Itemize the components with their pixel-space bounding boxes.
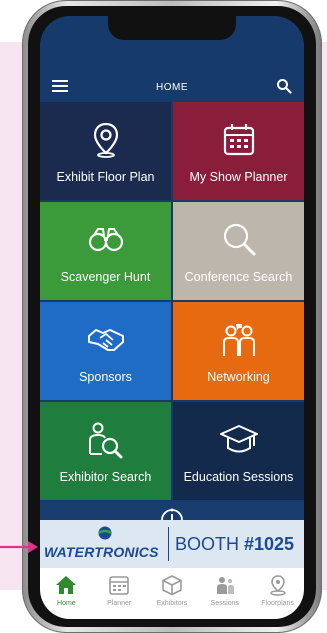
booth-number: #1025 xyxy=(244,533,295,554)
tile-label: Exhibit Floor Plan xyxy=(56,170,155,184)
calendar-icon xyxy=(109,576,129,595)
tab-home[interactable]: Home xyxy=(40,568,93,619)
calendar-icon xyxy=(223,124,254,156)
tile-label: Scavenger Hunt xyxy=(60,270,151,284)
home-icon xyxy=(56,576,77,594)
sponsor-banner[interactable]: WATERTRONICS BOOTH #1025 xyxy=(40,520,304,568)
tile-my-show-planner[interactable]: My Show Planner xyxy=(173,102,304,200)
watertronics-logo: WATERTRONICS xyxy=(40,520,168,568)
graduation-cap-icon xyxy=(219,425,258,453)
tile-label: Exhibitor Search xyxy=(59,470,152,484)
tile-scavenger-hunt[interactable]: Scavenger Hunt xyxy=(40,202,171,300)
tab-planner[interactable]: Planner xyxy=(93,568,146,619)
pointer-arrow-icon xyxy=(0,541,38,553)
binoculars-icon xyxy=(88,228,123,252)
info-tile[interactable] xyxy=(40,502,304,520)
banner-divider xyxy=(168,527,169,561)
home-tile-grid: Exhibit Floor Plan My Show Planner Scave… xyxy=(40,102,304,500)
search-icon[interactable] xyxy=(276,78,292,94)
tile-label: My Show Planner xyxy=(189,170,288,184)
top-bar: HOME xyxy=(40,72,304,102)
tab-floorplans[interactable]: Floorplans xyxy=(251,568,304,619)
hamburger-menu-icon[interactable] xyxy=(52,80,68,94)
tab-label: Home xyxy=(57,600,76,607)
tab-label: Planner xyxy=(107,600,132,607)
tile-label: Education Sessions xyxy=(183,470,294,484)
search-icon xyxy=(223,223,255,256)
booth-label: BOOTH #1025 xyxy=(175,534,294,555)
tab-label: Sessions xyxy=(210,600,239,607)
tile-exhibit-floor-plan[interactable]: Exhibit Floor Plan xyxy=(40,102,171,200)
tile-networking[interactable]: Networking xyxy=(173,302,304,400)
page-title: HOME xyxy=(156,81,188,93)
people-icon xyxy=(222,324,255,356)
phone-frame: HOME Exhibit Floor Plan My Show Planner … xyxy=(22,0,322,633)
tab-label: Floorplans xyxy=(261,600,294,607)
tile-sponsors[interactable]: Sponsors xyxy=(40,302,171,400)
tab-label: Exhibitors xyxy=(156,600,188,607)
tab-exhibitors[interactable]: Exhibitors xyxy=(146,568,199,619)
cube-icon xyxy=(162,575,182,596)
person-search-icon xyxy=(88,422,122,459)
app-screen: HOME Exhibit Floor Plan My Show Planner … xyxy=(40,16,304,619)
people-icon xyxy=(216,577,234,594)
tile-label: Networking xyxy=(207,370,270,384)
tile-exhibitor-search[interactable]: Exhibitor Search xyxy=(40,402,171,500)
tile-conference-search[interactable]: Conference Search xyxy=(173,202,304,300)
map-pin-icon xyxy=(269,575,286,596)
logo-mark-icon xyxy=(97,526,113,540)
phone-bezel: HOME Exhibit Floor Plan My Show Planner … xyxy=(28,6,316,627)
tile-education-sessions[interactable]: Education Sessions xyxy=(173,402,304,500)
booth-text: BOOTH xyxy=(175,533,245,554)
phone-notch xyxy=(108,16,236,40)
info-icon xyxy=(161,508,183,520)
tab-sessions[interactable]: Sessions xyxy=(198,568,251,619)
brand-name: WATERTRONICS xyxy=(44,544,159,560)
map-pin-icon xyxy=(93,122,118,158)
tile-label: Sponsors xyxy=(79,370,132,384)
handshake-icon xyxy=(87,329,124,351)
bottom-tab-bar: Home Planner Exhibitors Sessions Floorpl… xyxy=(40,568,304,619)
tile-label: Conference Search xyxy=(184,270,293,284)
